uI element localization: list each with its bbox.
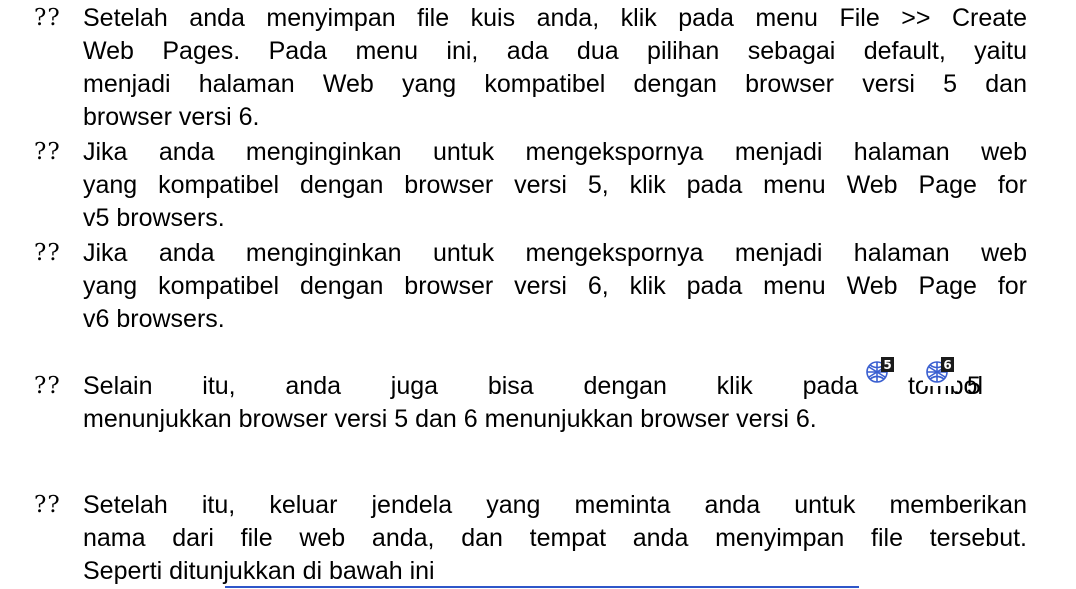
toolbar-icon-group: 5 6 [863,354,957,387]
text-line-before-icons: Selain itu, anda juga bisa dengan klik p… [83,372,983,400]
bullet-marker: ?? [34,373,61,399]
bullet-marker: ?? [34,492,61,518]
bullet-marker: ?? [34,240,61,266]
text-line: v5 browsers. [83,204,225,232]
text-line: menjadi halaman Web yang kompatibel deng… [83,70,1027,98]
text-line: nama dari file web anda, dan tempat anda… [83,524,1027,552]
text-line: Setelah itu, keluar jendela yang meminta… [83,491,1027,519]
svg-text:5: 5 [883,358,891,372]
text-line: Web Pages. Pada menu ini, ada dua piliha… [83,37,1027,65]
figure-top-border [225,586,859,588]
text-line-after-icons: . 5 [953,372,981,400]
text-line: Jika anda menginginkan untuk mengeksporn… [83,138,1027,166]
web-page-v6-icon[interactable]: 6 [922,356,957,387]
list-item-text: Setelah anda menyimpan file kuis anda, k… [83,2,1027,134]
list-item-text: Setelah itu, keluar jendela yang meminta… [83,489,1027,588]
bullet-marker: ?? [34,139,61,165]
list-item-text: Selain itu, anda juga bisa dengan klik p… [83,356,1027,436]
text-line: Jika anda menginginkan untuk mengeksporn… [83,239,1027,267]
bullet-marker: ?? [34,5,61,31]
text-line: yang kompatibel dengan browser versi 6, … [83,272,1027,300]
web-page-v5-icon[interactable]: 5 [863,356,897,387]
text-line: Selain itu, anda juga bisa dengan klik p… [83,356,1027,403]
text-line: Setelah anda menyimpan file kuis anda, k… [83,4,1027,32]
text-line: v6 browsers. [83,305,225,333]
text-line: browser versi 6. [83,103,260,131]
list-item-text: Jika anda menginginkan untuk mengeksporn… [83,136,1027,235]
text-line: Seperti ditunjukkan di bawah ini [83,557,435,585]
text-line: menunjukkan browser versi 5 dan 6 menunj… [83,405,817,433]
svg-text:6: 6 [943,358,951,372]
list-item-text: Jika anda menginginkan untuk mengeksporn… [83,237,1027,336]
document-page: ?? Setelah anda menyimpan file kuis anda… [0,0,1076,589]
text-line: yang kompatibel dengan browser versi 5, … [83,171,1027,199]
